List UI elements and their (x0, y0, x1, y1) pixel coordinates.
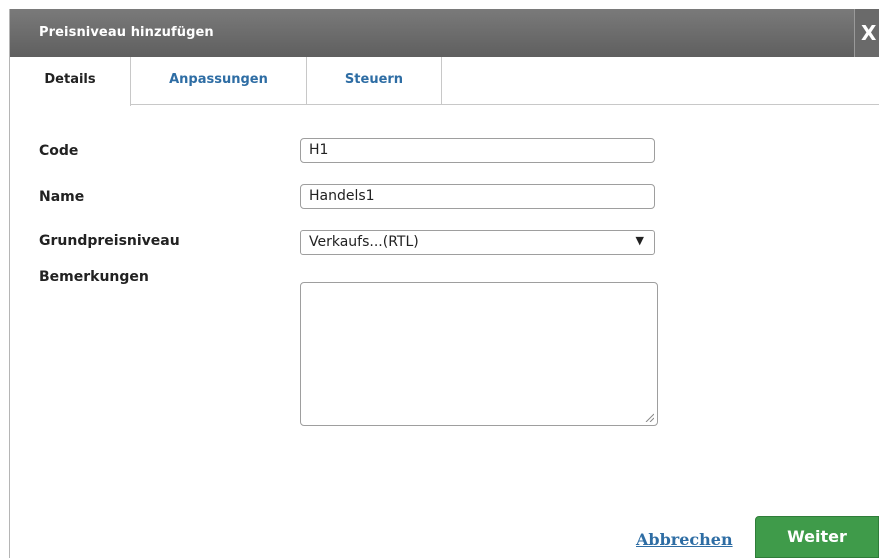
name-label: Name (39, 189, 85, 205)
code-value: H1 (309, 142, 329, 158)
base-price-level-label: Grundpreisniveau (39, 233, 180, 249)
tab-details-label: Details (44, 72, 96, 87)
close-button[interactable]: X (854, 9, 879, 57)
next-button[interactable]: Weiter (755, 516, 879, 558)
close-icon: X (861, 21, 877, 45)
remarks-label: Bemerkungen (39, 269, 149, 285)
base-price-level-value: Verkaufs...(RTL) (309, 234, 419, 250)
cancel-link[interactable]: Abbrechen (636, 530, 733, 549)
add-price-level-dialog: Preisniveau hinzufügen X Details Anpassu… (9, 9, 879, 558)
tab-adjustments-label: Anpassungen (169, 72, 268, 87)
tab-bar: Details Anpassungen Steuern (10, 57, 879, 106)
code-input[interactable]: H1 (300, 138, 655, 163)
tab-details[interactable]: Details (10, 57, 131, 106)
base-price-level-select[interactable]: Verkaufs...(RTL) ▼ (300, 230, 655, 255)
chevron-down-icon: ▼ (635, 234, 644, 247)
code-label: Code (39, 143, 79, 159)
dialog-titlebar: Preisniveau hinzufügen X (10, 9, 879, 57)
tab-taxes[interactable]: Steuern (307, 57, 442, 105)
resize-grip-icon[interactable] (644, 412, 654, 422)
tab-taxes-label: Steuern (344, 72, 404, 87)
remarks-textarea[interactable] (300, 282, 658, 426)
name-value: Handels1 (309, 188, 375, 204)
dialog-title: Preisniveau hinzufügen (39, 25, 214, 40)
tab-adjustments[interactable]: Anpassungen (131, 57, 307, 105)
name-input[interactable]: Handels1 (300, 184, 655, 209)
